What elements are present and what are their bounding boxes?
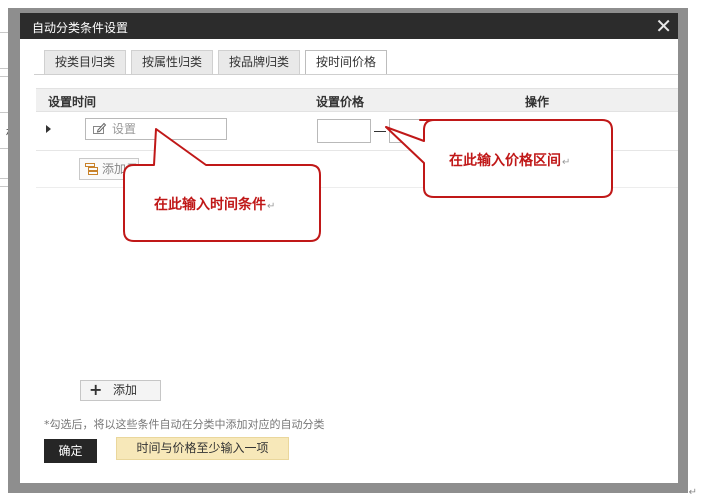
page: 村少 自动分类条件设置 ✕ 按类目归类 按属性归类 按品牌归类 按时间价格 设置… (0, 0, 701, 500)
add-condition-icon (85, 163, 98, 175)
time-callout-bubble (123, 128, 321, 242)
tab-bar: 按类目归类 按属性归类 按品牌归类 按时间价格 (44, 50, 388, 75)
tab-by-attribute[interactable]: 按属性归类 (131, 50, 214, 74)
tab-by-brand[interactable]: 按品牌归类 (218, 50, 301, 74)
close-icon[interactable]: ✕ (655, 13, 672, 39)
header-action: 操作 (525, 95, 550, 109)
dialog-title: 自动分类条件设置 (32, 21, 129, 35)
tab-by-time-price[interactable]: 按时间价格 (305, 50, 388, 75)
warning-message: 时间与价格至少输入一项 (116, 437, 289, 460)
time-callout-text: 在此输入时间条件↵ (154, 197, 276, 213)
caret-right-icon[interactable] (46, 125, 51, 133)
add-button[interactable]: + 添加 (80, 380, 161, 401)
table-header: 设置时间 设置价格 操作 (36, 88, 678, 112)
confirm-button[interactable]: 确定 (44, 439, 97, 463)
dialog-body: 按类目归类 按属性归类 按品牌归类 按时间价格 设置时间 设置价格 操作 设置 (20, 39, 678, 483)
return-mark: ↵ (688, 487, 697, 498)
tab-divider (34, 74, 678, 75)
add-button-label: 添加 (113, 383, 138, 397)
tab-by-category[interactable]: 按类目归类 (44, 50, 127, 74)
dialog-titlebar: 自动分类条件设置 ✕ (20, 13, 678, 39)
header-price: 设置价格 (316, 95, 365, 109)
price-callout-text: 在此输入价格区间↵ (449, 153, 571, 169)
hint-text: *勾选后，将以这些条件自动在分类中添加对应的自动分类 (44, 418, 325, 431)
plus-icon: + (89, 380, 103, 399)
pencil-icon (93, 122, 107, 134)
header-time: 设置时间 (48, 95, 97, 109)
